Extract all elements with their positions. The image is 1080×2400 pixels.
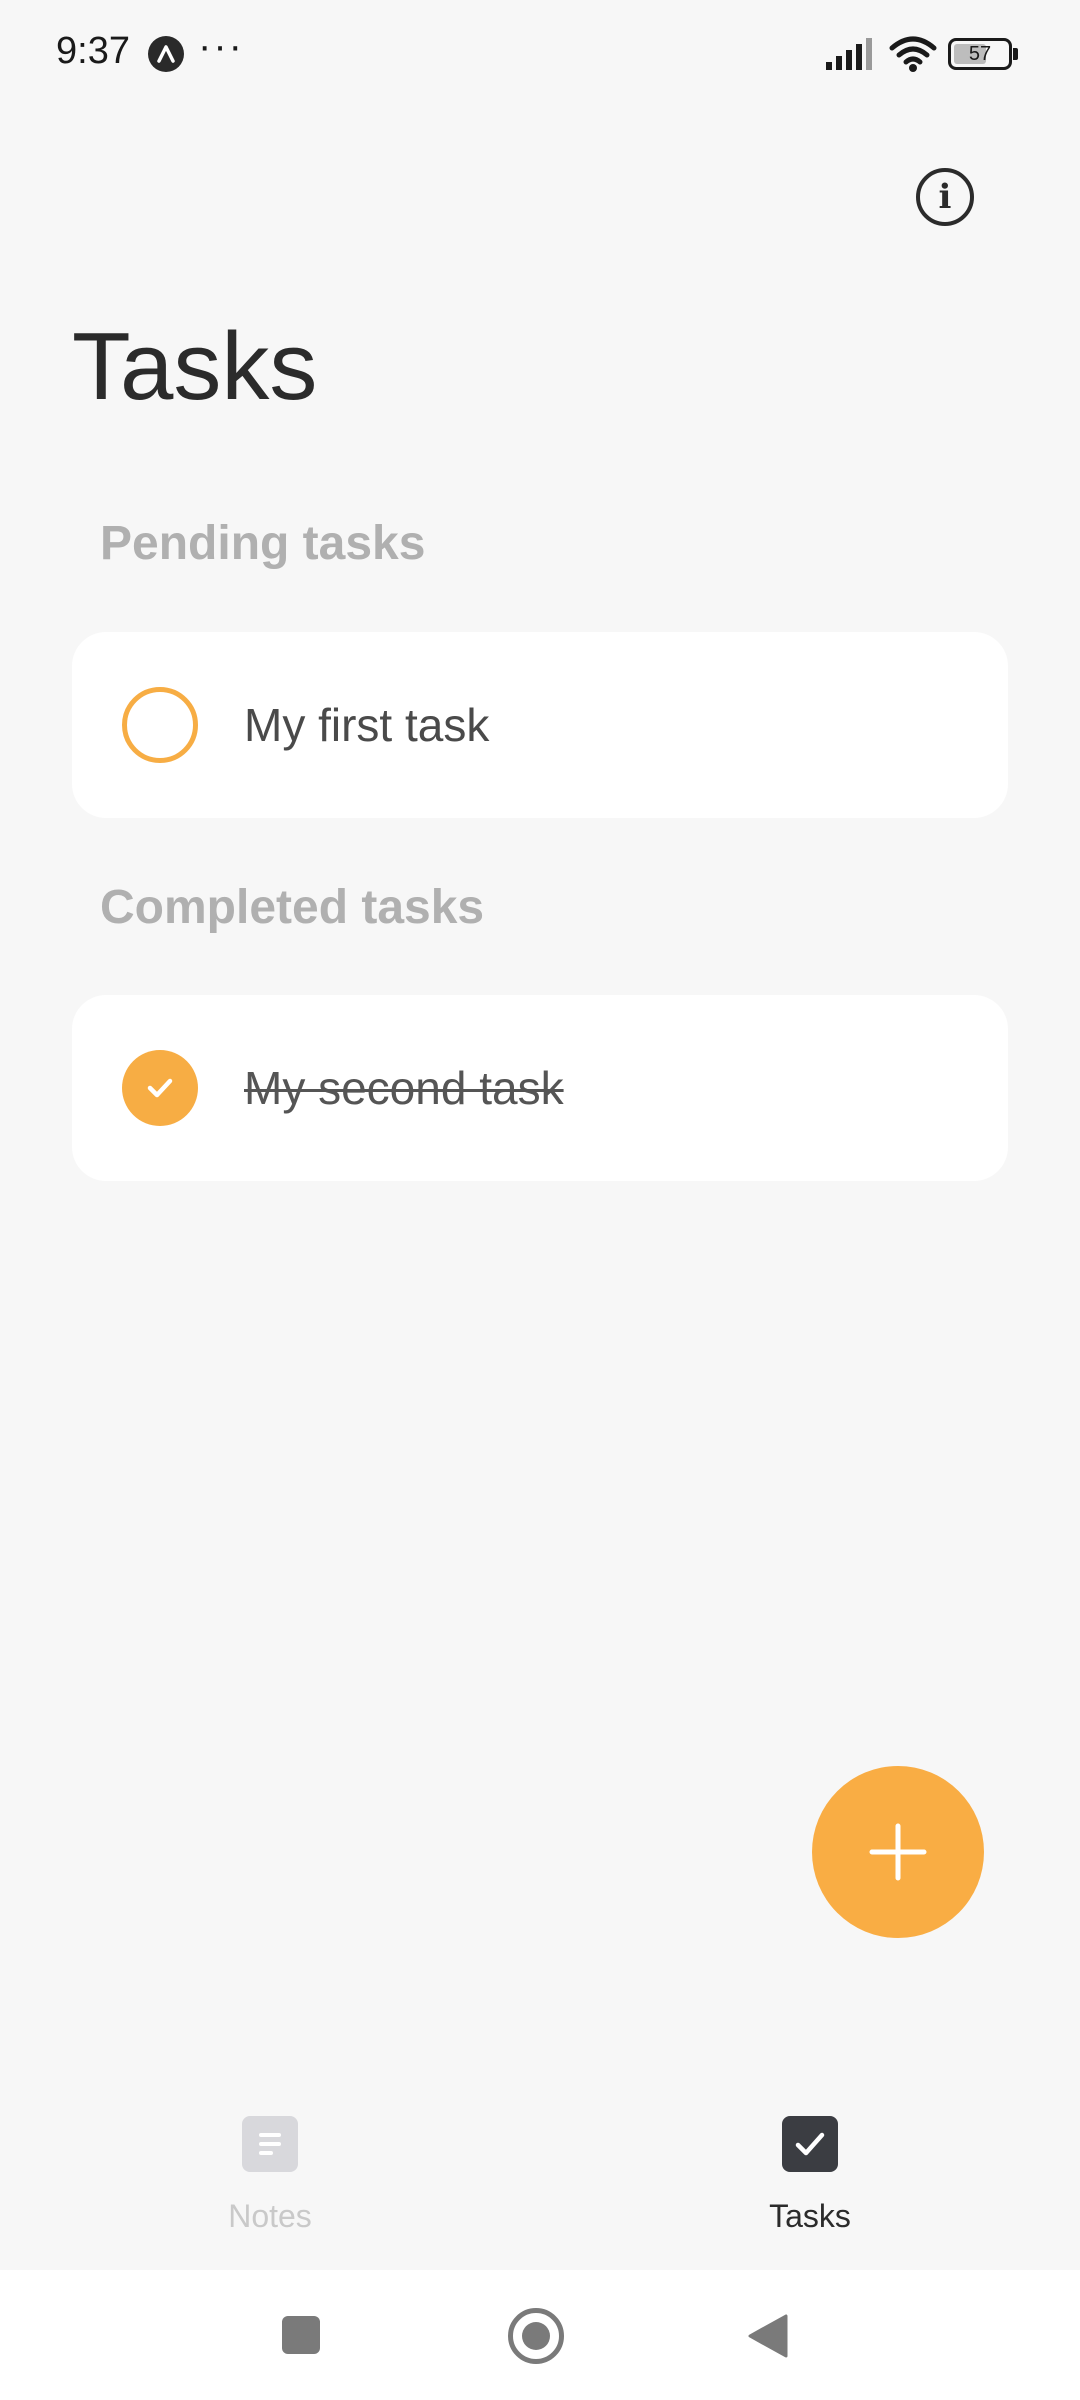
task-label: My second task	[244, 1062, 564, 1114]
info-icon: i	[938, 177, 952, 217]
battery-level: 57	[968, 43, 992, 65]
battery-tip	[1013, 48, 1018, 60]
plus-icon	[869, 1823, 927, 1881]
signal-icon	[826, 38, 872, 70]
task-item-pending[interactable]: My first task	[72, 632, 1008, 818]
nav-item-notes[interactable]: Notes	[120, 2080, 420, 2270]
task-label: My first task	[244, 699, 490, 751]
task-item-completed[interactable]: My second task	[72, 995, 1008, 1181]
status-bar: 9:37 ··· 57	[0, 0, 1080, 110]
system-navigation-bar	[0, 2270, 1080, 2400]
status-time: 9:37	[56, 30, 130, 72]
status-more-dots: ···	[198, 24, 244, 68]
home-dot	[522, 2322, 550, 2350]
home-button[interactable]	[508, 2308, 564, 2364]
check-icon	[147, 1078, 173, 1098]
section-header-completed: Completed tasks	[100, 881, 485, 934]
info-button[interactable]: i	[916, 168, 974, 226]
task-checkbox-unchecked[interactable]	[122, 687, 198, 763]
wifi-icon	[889, 36, 937, 72]
page-title: Tasks	[72, 313, 318, 420]
bottom-navigation: Notes Tasks	[0, 2080, 1080, 2270]
task-checkbox-checked[interactable]	[122, 1050, 198, 1126]
section-header-pending: Pending tasks	[100, 517, 426, 570]
nav-label-tasks: Tasks	[769, 2198, 851, 2234]
recents-button[interactable]	[282, 2316, 320, 2354]
add-task-button[interactable]	[812, 1766, 984, 1938]
app-notification-icon	[148, 36, 184, 72]
nav-label-notes: Notes	[228, 2198, 312, 2234]
tasks-checkbox-icon	[782, 2116, 838, 2172]
battery-icon: 57	[948, 38, 1018, 70]
notes-icon	[242, 2116, 298, 2172]
back-button[interactable]	[746, 2312, 790, 2360]
tasks-screen: 9:37 ··· 57 i Tasks Pending tasks My fir…	[0, 0, 1080, 2400]
nav-item-tasks[interactable]: Tasks	[660, 2080, 960, 2270]
